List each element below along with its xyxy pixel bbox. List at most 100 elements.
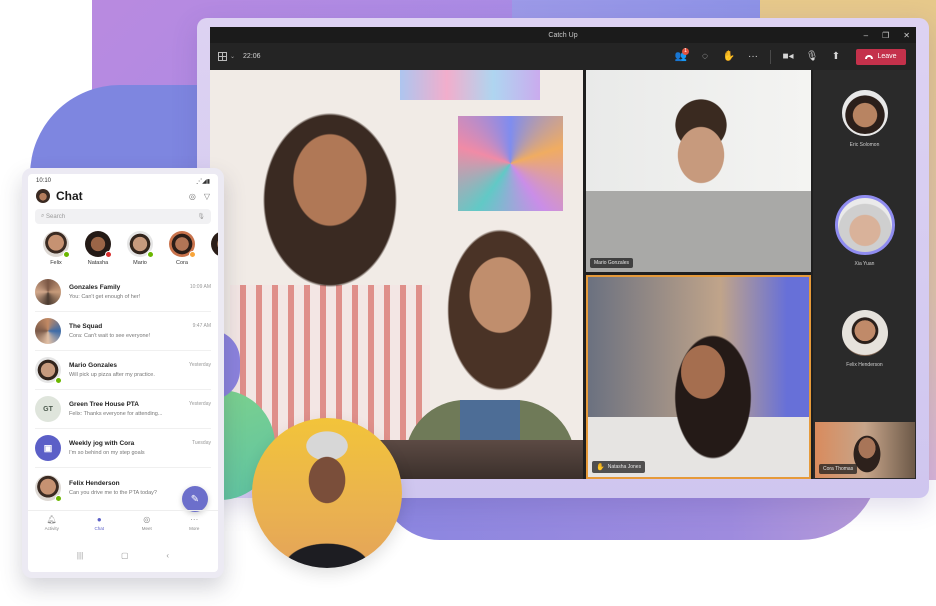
meeting-window: Catch Up – ❐ ✕ ⌄ 22:06 👥 1 ◌ ✋ ··· ■◂ 🎙 … (210, 27, 916, 479)
avatar (841, 90, 888, 136)
microphone-icon: 🎙 (805, 51, 819, 62)
layout-grid-icon[interactable] (218, 52, 227, 61)
roster-name: Xia Yuan (854, 261, 875, 267)
meeting-toolbar: ⌄ 22:06 👥 1 ◌ ✋ ··· ■◂ 🎙 ⬆ Leave (210, 43, 916, 70)
window-title: Catch Up (548, 31, 578, 39)
roster-item[interactable]: Xia Yuan (813, 195, 916, 267)
chat-preview: I'm so behind on my step goals (69, 450, 145, 456)
contact-name: Mario (133, 260, 147, 266)
minimize-button[interactable]: – (864, 31, 868, 40)
video-tile-cora[interactable]: Cora Thomas (815, 422, 915, 478)
recent-apps-icon[interactable]: ||| (77, 551, 83, 560)
avatar (834, 195, 895, 255)
wall-art (400, 70, 540, 100)
hand-icon: ✋ (722, 51, 736, 62)
contact-story[interactable]: Cora (161, 231, 203, 273)
chat-list-item[interactable]: GT Green Tree House PTA Yesterday Felix: … (35, 390, 211, 429)
participant-name: Natasha Jones (607, 464, 642, 470)
participants-badge: 1 (682, 47, 689, 55)
chat-time: 10:09 AM (189, 284, 211, 290)
chat-list: Gonzales Family 10:09 AM You: Can't get e… (28, 273, 218, 507)
avatar (85, 231, 112, 258)
roster-item[interactable]: Eric Solomon (813, 90, 916, 148)
contact-name: Natasha (87, 260, 109, 266)
chat-header: Chat ◎ ▽ (28, 186, 218, 206)
nav-label: More (189, 526, 200, 531)
chat-time: 9:47 AM (192, 323, 211, 329)
presence-available-icon (55, 494, 62, 502)
restore-button[interactable]: ❐ (882, 31, 889, 40)
home-icon[interactable]: ▢ (121, 551, 129, 560)
roster-name: Eric Solomon (849, 142, 880, 148)
back-icon[interactable]: ‹ (166, 551, 169, 560)
nav-activity[interactable]: 🔔︎ Activity (32, 515, 72, 538)
contact-story[interactable]: Er (203, 231, 218, 273)
chat-preview: Will pick up pizza after my practice. (69, 372, 155, 378)
presence-away-icon (189, 251, 196, 258)
chat-time: Yesterday (188, 362, 211, 368)
group-avatar (35, 279, 61, 305)
nav-label: Chat (94, 526, 104, 531)
chat-name: Mario Gonzales (69, 362, 118, 369)
chevron-down-icon[interactable]: ⌄ (230, 53, 235, 60)
video-stage: Mario Gonzales ✋ Natasha Jones Eric Solo… (210, 70, 916, 479)
title-bar: Catch Up – ❐ ✕ (210, 27, 916, 43)
search-input[interactable]: ⌕ Search 🎙 (35, 209, 211, 224)
leave-button[interactable]: Leave (856, 48, 906, 65)
camera-button[interactable]: ■◂ (776, 47, 800, 67)
video-tile-mario[interactable]: Mario Gonzales (586, 70, 811, 272)
avatar (127, 231, 154, 258)
mobile-app: 10:10 ⋰◢▮ Chat ◎ ▽ ⌕ Search 🎙 Felix Nata… (22, 168, 224, 578)
toolbar-divider (770, 49, 771, 64)
search-placeholder: Search (46, 213, 66, 220)
video-icon: ◎ (143, 515, 151, 524)
new-chat-button[interactable]: ✎ (182, 486, 208, 512)
contact-story[interactable]: Natasha (77, 231, 119, 273)
microphone-icon[interactable]: 🎙 (197, 213, 205, 220)
nav-chat[interactable]: ● Chat (79, 515, 119, 538)
video-call-icon[interactable]: ◎ (189, 192, 196, 201)
chat-name: Green Tree House PTA (69, 401, 139, 408)
roster-name: Felix Henderson (846, 362, 883, 368)
nav-meet[interactable]: ◎ Meet (127, 515, 167, 538)
chat-preview: You: Can't get enough of her! (69, 294, 141, 300)
nav-label: Activity (44, 526, 59, 531)
participants-button[interactable]: 👥 1 (669, 47, 693, 67)
contact-story[interactable]: Mario (119, 231, 161, 273)
chat-list-item[interactable]: ▣ Weekly jog with Cora Tuesday I'm so beh… (35, 429, 211, 468)
bottom-nav: 🔔︎ Activity ● Chat ◎ Meet ··· More (28, 510, 218, 538)
close-button[interactable]: ✕ (903, 31, 910, 40)
calendar-avatar: ▣ (35, 435, 61, 461)
contact-story[interactable]: Felix (35, 231, 77, 273)
status-time: 10:10 (36, 178, 52, 184)
chat-list-item[interactable]: Gonzales Family 10:09 AM You: Can't get e… (35, 273, 211, 312)
mic-button[interactable]: 🎙 (800, 47, 824, 67)
share-button[interactable]: ⬆ (824, 47, 848, 67)
chat-list-item[interactable]: The Squad 9:47 AM Cora: Can't wait to see… (35, 312, 211, 351)
avatar (43, 231, 70, 258)
presence-available-icon (63, 251, 70, 258)
participant-name-tag: Cora Thomas (819, 464, 858, 474)
participant-name-tag: ✋ Natasha Jones (592, 461, 646, 473)
chat-preview: Felix: Thanks everyone for attending... (69, 411, 163, 417)
contact-name: Felix (50, 260, 62, 266)
raised-hand-icon: ✋ (596, 464, 605, 471)
nav-more[interactable]: ··· More (174, 515, 214, 538)
presence-busy-icon (105, 251, 112, 258)
wall-art (458, 116, 563, 211)
avatar (35, 357, 62, 384)
chat-list-item[interactable]: Mario Gonzales Yesterday Will pick up piz… (35, 351, 211, 390)
video-tile-natasha[interactable]: ✋ Natasha Jones (586, 275, 811, 479)
nav-label: Meet (141, 526, 152, 531)
avatar (169, 231, 196, 258)
chat-name: Felix Henderson (69, 479, 120, 487)
profile-avatar[interactable] (36, 189, 50, 203)
filter-icon[interactable]: ▽ (204, 192, 210, 201)
participant-name: Cora Thomas (823, 466, 854, 472)
more-actions-button[interactable]: ··· (741, 47, 765, 67)
roster-item[interactable]: Felix Henderson (813, 310, 916, 368)
raise-hand-button[interactable]: ✋ (717, 47, 741, 67)
hero-illustration: Catch Up – ❐ ✕ ⌄ 22:06 👥 1 ◌ ✋ ··· ■◂ 🎙 … (0, 0, 936, 606)
chat-button[interactable]: ◌ (693, 47, 717, 67)
chat-time: Tuesday (192, 440, 211, 446)
